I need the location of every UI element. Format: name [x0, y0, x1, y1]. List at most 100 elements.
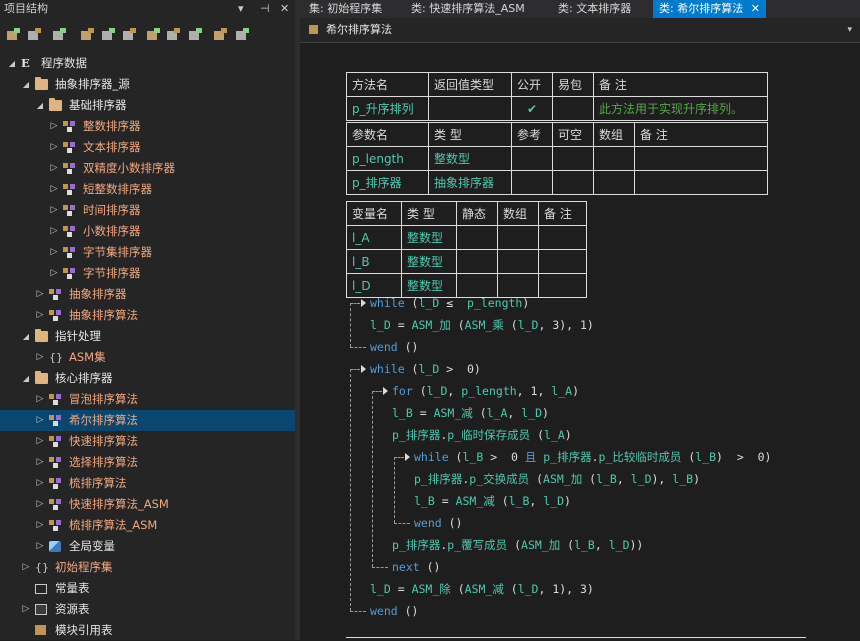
code-line[interactable]: l_D = ASM_除 (ASM_减 (l_D, 1), 3) [370, 578, 594, 600]
param-cell[interactable] [634, 146, 768, 171]
var-cell[interactable] [456, 249, 498, 274]
public-check-icon[interactable]: ✔ [511, 96, 553, 121]
tree-item[interactable]: 常量表 [0, 578, 295, 599]
tab-close-icon[interactable]: ✕ [747, 2, 760, 15]
tree-item[interactable]: 模块引用表 [0, 620, 295, 641]
code-line[interactable]: wend () [370, 600, 418, 622]
collapsed-arrow-icon[interactable]: ▷ [49, 263, 59, 284]
link-icon[interactable] [188, 27, 204, 43]
import-icon[interactable] [166, 27, 182, 43]
tree-item[interactable]: ▷ 小数排序器 [0, 221, 295, 242]
param-cell[interactable] [593, 170, 635, 195]
var-name-cell[interactable]: l_A [346, 225, 402, 250]
collapsed-arrow-icon[interactable]: ▷ [21, 599, 31, 620]
remark-cell[interactable]: 此方法用于实现升序排列。 [593, 96, 768, 121]
settings-icon[interactable] [235, 27, 251, 43]
collapsed-arrow-icon[interactable]: ▷ [35, 536, 45, 557]
collapsed-arrow-icon[interactable]: ▷ [49, 242, 59, 263]
tree-item[interactable]: ▷ {} ASM集 [0, 347, 295, 368]
tree-item[interactable]: ▷ 字节排序器 [0, 263, 295, 284]
collapsed-arrow-icon[interactable]: ▷ [49, 200, 59, 221]
tree-item[interactable]: ▷ 双精度小数排序器 [0, 158, 295, 179]
method-name-cell[interactable]: p_升序排列 [346, 96, 429, 121]
collapsed-arrow-icon[interactable]: ▷ [49, 179, 59, 200]
tree-item[interactable]: ▷ 资源表 [0, 599, 295, 620]
expanded-arrow-icon[interactable]: ◢ [35, 95, 45, 116]
tab-3[interactable]: 类: 希尔排序算法 ✕ [653, 0, 766, 18]
member-selector-bar[interactable]: 希尔排序算法 ▾ [300, 18, 860, 43]
tree-item[interactable]: ▷ 梳排序算法_ASM [0, 515, 295, 536]
tree-item[interactable]: ◢ 抽象排序器_源 [0, 74, 295, 95]
param-name-cell[interactable]: p_排序器 [346, 170, 429, 195]
param-cell[interactable] [634, 170, 768, 195]
tree-item[interactable]: ▷ 整数排序器 [0, 116, 295, 137]
code-line[interactable]: p_排序器.p_交换成员 (ASM_加 (l_B, l_D), l_B) [414, 468, 700, 490]
collapsed-arrow-icon[interactable]: ▷ [35, 515, 45, 536]
tree-item[interactable]: ▷ 冒泡排序算法 [0, 389, 295, 410]
new-program-set-icon[interactable] [52, 27, 68, 43]
code-editor[interactable]: 方法名 返回值类型 公开 易包 备 注 p_升序排列 ✔ 此方法用于实现升序排列… [300, 43, 860, 640]
var-cell[interactable] [538, 225, 587, 250]
tab-0[interactable]: 集: 初始程序集 [303, 0, 388, 18]
tree-item[interactable]: ▷ 抽象排序器 [0, 284, 295, 305]
param-cell[interactable] [511, 146, 553, 171]
tree-item[interactable]: ▷ 全局变量 [0, 536, 295, 557]
expanded-arrow-icon[interactable]: ◢ [7, 53, 17, 74]
collapsed-arrow-icon[interactable]: ▷ [35, 494, 45, 515]
tree-item[interactable]: ▷ 快速排序算法 [0, 431, 295, 452]
tree-item[interactable]: ▷ 抽象排序算法 [0, 305, 295, 326]
collapsed-arrow-icon[interactable]: ▷ [35, 284, 45, 305]
code-line[interactable]: l_D = ASM_加 (ASM_乘 (l_D, 3), 1) [370, 314, 594, 336]
code-line[interactable]: while (l_D > 0) [370, 358, 481, 380]
var-cell[interactable] [497, 225, 539, 250]
pin-icon[interactable]: ⊣ [260, 0, 270, 18]
collapsed-arrow-icon[interactable]: ▷ [49, 116, 59, 137]
param-cell[interactable] [593, 146, 635, 171]
collapsed-arrow-icon[interactable]: ▷ [49, 137, 59, 158]
close-icon[interactable]: ✕ [280, 0, 289, 18]
collapsed-arrow-icon[interactable]: ▷ [35, 410, 45, 431]
tree-item[interactable]: ▷ 梳排序算法 [0, 473, 295, 494]
collapsed-arrow-icon[interactable]: ▷ [35, 389, 45, 410]
code-line[interactable]: for (l_D, p_length, 1, l_A) [392, 380, 579, 402]
tree-item[interactable]: ▷ 选择排序算法 [0, 452, 295, 473]
var-row[interactable]: l_A 整数型 [346, 225, 587, 250]
var-row[interactable]: l_B 整数型 [346, 249, 587, 274]
new-class-icon[interactable] [80, 27, 96, 43]
var-cell[interactable] [538, 249, 587, 274]
var-name-cell[interactable]: l_B [346, 249, 402, 274]
tree-item[interactable]: ◢ E 程序数据 [0, 53, 295, 74]
tab-2[interactable]: 类: 文本排序器 [552, 0, 637, 18]
param-type-cell[interactable]: 整数型 [428, 146, 512, 171]
tree-item[interactable]: ▷ 快速排序算法_ASM [0, 494, 295, 515]
add-member-icon[interactable] [146, 27, 162, 43]
panel-menu-icon[interactable]: ▾ [238, 0, 244, 18]
tree-item[interactable]: ▷ 字节集排序器 [0, 242, 295, 263]
code-line[interactable]: wend () [370, 336, 418, 358]
param-row[interactable]: p_length 整数型 [346, 146, 768, 171]
code-line[interactable]: while (l_D ≤ p_length) [370, 292, 529, 314]
var-type-cell[interactable]: 整数型 [401, 249, 457, 274]
collapsed-arrow-icon[interactable]: ▷ [35, 305, 45, 326]
collapsed-arrow-icon[interactable]: ▷ [49, 221, 59, 242]
new-brace-icon[interactable] [122, 27, 138, 43]
expanded-arrow-icon[interactable]: ◢ [21, 368, 31, 389]
expanded-arrow-icon[interactable]: ◢ [21, 326, 31, 347]
collapsed-arrow-icon[interactable]: ▷ [35, 473, 45, 494]
param-type-cell[interactable]: 抽象排序器 [428, 170, 512, 195]
param-cell[interactable] [552, 146, 594, 171]
var-cell[interactable] [538, 273, 587, 298]
tree-item[interactable]: ◢ 基础排序器 [0, 95, 295, 116]
param-cell[interactable] [511, 170, 553, 195]
new-folder-icon[interactable] [6, 27, 22, 43]
easy-package-cell[interactable] [552, 96, 594, 121]
code-line[interactable]: p_排序器.p_临时保存成员 (l_A) [392, 424, 572, 446]
tree-item[interactable]: ▷ 短整数排序器 [0, 179, 295, 200]
code-line[interactable]: while (l_B > 0 且 p_排序器.p_比较临时成员 (l_B) > … [414, 446, 771, 468]
property-icon[interactable] [213, 27, 229, 43]
var-type-cell[interactable]: 整数型 [401, 225, 457, 250]
collapsed-arrow-icon[interactable]: ▷ [35, 431, 45, 452]
tab-1[interactable]: 类: 快速排序算法_ASM [405, 0, 531, 18]
code-line[interactable]: wend () [414, 512, 462, 534]
var-cell[interactable] [497, 249, 539, 274]
